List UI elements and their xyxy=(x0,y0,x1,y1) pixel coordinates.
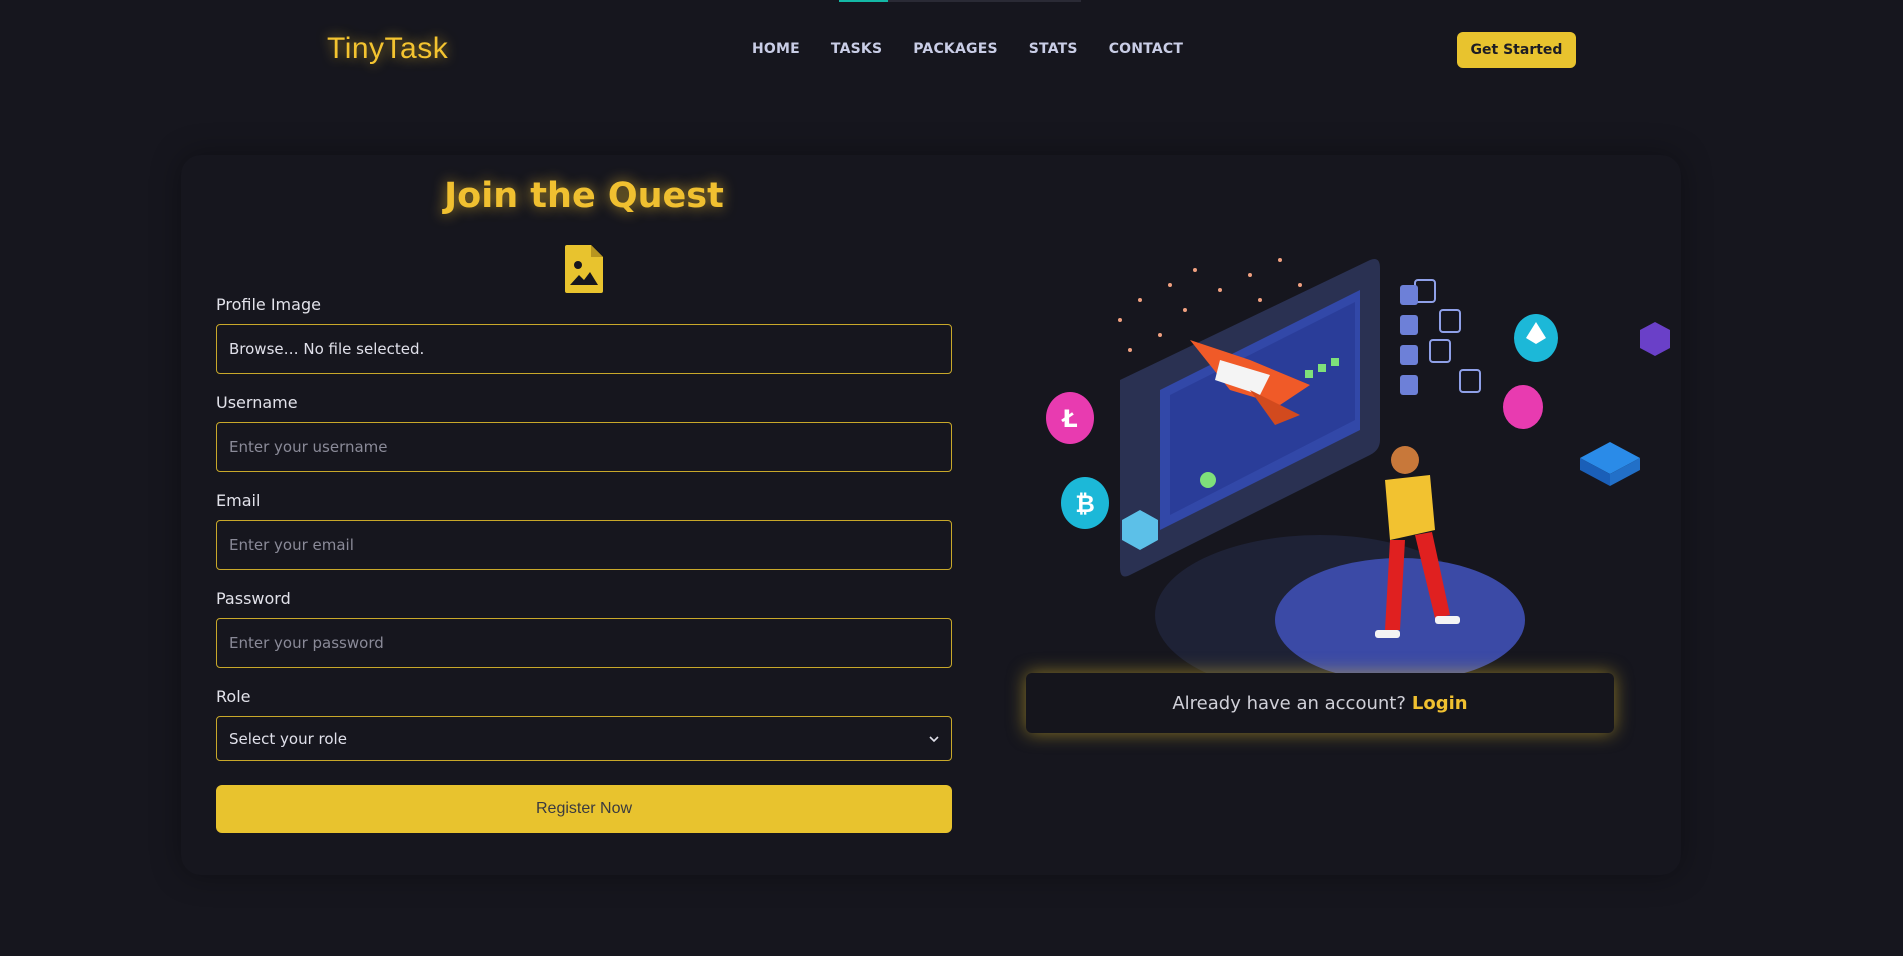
role-label: Role xyxy=(216,687,251,706)
login-prompt: Already have an account? Login xyxy=(1026,673,1614,733)
nav-links: HOME TASKS PACKAGES STATS CONTACT xyxy=(752,41,1214,57)
chevron-down-icon xyxy=(929,735,939,742)
username-placeholder: Enter your username xyxy=(229,438,388,456)
nav-item-contact[interactable]: CONTACT xyxy=(1109,41,1183,57)
email-placeholder: Enter your email xyxy=(229,536,354,554)
password-placeholder: Enter your password xyxy=(229,634,384,652)
password-label: Password xyxy=(216,589,291,608)
role-selected-value: Select your role xyxy=(229,729,347,748)
login-link[interactable]: Login xyxy=(1412,693,1468,714)
get-started-button[interactable]: Get Started xyxy=(1457,32,1576,68)
email-input[interactable]: Enter your email xyxy=(216,520,952,570)
profile-image-file-input[interactable]: Browse… No file selected. xyxy=(216,324,952,374)
nav-item-home[interactable]: HOME xyxy=(752,41,800,57)
svg-text:Ł: Ł xyxy=(1060,405,1077,433)
file-image-icon xyxy=(565,245,603,293)
logo[interactable]: TinyTask xyxy=(327,32,448,66)
nav-item-packages[interactable]: PACKAGES xyxy=(913,41,998,57)
nav-item-tasks[interactable]: TASKS xyxy=(831,41,882,57)
navbar: TinyTask HOME TASKS PACKAGES STATS CONTA… xyxy=(0,0,1903,100)
username-input[interactable]: Enter your username xyxy=(216,422,952,472)
register-button[interactable]: Register Now xyxy=(216,785,952,833)
form-title: Join the Quest xyxy=(444,176,724,216)
svg-text:₿: ₿ xyxy=(1075,490,1095,518)
profile-image-label: Profile Image xyxy=(216,295,321,314)
email-label: Email xyxy=(216,491,261,510)
profile-image-file-text: Browse… No file selected. xyxy=(229,340,425,358)
login-prompt-text: Already have an account? xyxy=(1172,692,1406,714)
role-select[interactable]: Select your role xyxy=(216,716,952,761)
password-input[interactable]: Enter your password xyxy=(216,618,952,668)
username-label: Username xyxy=(216,393,298,412)
nav-item-stats[interactable]: STATS xyxy=(1029,41,1078,57)
